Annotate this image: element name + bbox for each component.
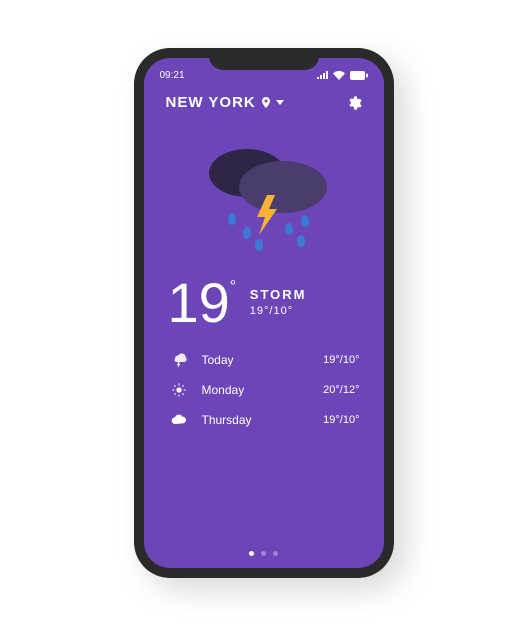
temp-value: 19	[168, 271, 230, 334]
degree-symbol: °	[230, 279, 236, 295]
current-temp: 19°	[168, 275, 230, 331]
storm-icon	[189, 137, 339, 257]
header: NEW YORK	[144, 84, 384, 115]
clock: 09:21	[160, 70, 185, 81]
forecast-row[interactable]: Monday20°/12°	[168, 375, 360, 405]
app-screen: 09:21 NEW YORK	[144, 58, 384, 568]
city-name: NEW YORK	[166, 94, 256, 111]
phone-frame: 09:21 NEW YORK	[134, 48, 394, 578]
current-weather: 19° STORM 19°/10°	[144, 271, 384, 331]
signal-icon	[317, 71, 328, 79]
settings-icon[interactable]	[346, 95, 362, 111]
current-hilo: 19°/10°	[250, 305, 307, 317]
cloud-icon	[168, 412, 190, 428]
forecast-row[interactable]: Thursday19°/10°	[168, 405, 360, 435]
forecast-hilo: 19°/10°	[323, 414, 359, 426]
sun-icon	[168, 382, 190, 398]
forecast-hilo: 20°/12°	[323, 384, 359, 396]
page-dot[interactable]	[249, 551, 254, 556]
location-pin-icon	[262, 97, 270, 108]
page-dot[interactable]	[261, 551, 266, 556]
wifi-icon	[333, 71, 345, 80]
notch	[209, 48, 319, 70]
chevron-down-icon	[276, 100, 284, 105]
storm-icon	[168, 352, 190, 368]
condition-label: STORM	[250, 287, 307, 302]
forecast-row[interactable]: Today19°/10°	[168, 345, 360, 375]
weather-hero	[144, 115, 384, 271]
location-selector[interactable]: NEW YORK	[166, 94, 284, 111]
forecast-day: Today	[190, 353, 324, 367]
battery-icon	[350, 71, 368, 80]
forecast-list: Today19°/10°Monday20°/12°Thursday19°/10°	[144, 331, 384, 435]
forecast-day: Monday	[190, 383, 324, 397]
page-indicator[interactable]	[144, 551, 384, 556]
page-dot[interactable]	[273, 551, 278, 556]
forecast-day: Thursday	[190, 413, 324, 427]
status-icons	[317, 71, 368, 80]
forecast-hilo: 19°/10°	[323, 354, 359, 366]
